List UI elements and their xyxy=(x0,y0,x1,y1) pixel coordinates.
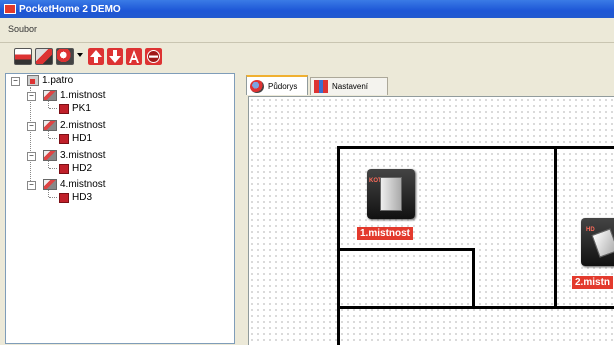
tree-item-label: HD3 xyxy=(72,192,93,203)
collapse-toggle[interactable]: − xyxy=(11,77,20,86)
tree-item-label: 3.mistnost xyxy=(60,150,106,161)
collapse-toggle[interactable]: − xyxy=(27,181,36,190)
collapse-toggle[interactable]: − xyxy=(27,152,36,161)
device-icon xyxy=(59,133,69,144)
object-tree: − 1.patro − 1.mistnost PK1 − 2.mistnost … xyxy=(5,73,235,344)
tree-item-room[interactable]: 2.mistnost xyxy=(43,120,106,131)
tree-item-device[interactable]: PK1 xyxy=(59,103,91,114)
device-badge: HD xyxy=(586,227,595,233)
room-icon xyxy=(43,150,57,161)
settings-icon xyxy=(314,80,328,93)
tree-item-label: 1.patro xyxy=(42,75,74,86)
dropdown-arrow-icon[interactable] xyxy=(77,53,83,57)
room-icon xyxy=(43,179,57,190)
toolbar xyxy=(0,43,614,71)
window-title: PocketHome 2 DEMO xyxy=(19,3,121,15)
app-icon xyxy=(4,4,16,14)
network-icon[interactable] xyxy=(56,48,74,65)
tab-label: Nastavení xyxy=(332,82,369,91)
tree-item-room[interactable]: 1.mistnost xyxy=(43,90,106,101)
tree-item-room[interactable]: 3.mistnost xyxy=(43,150,106,161)
arrow-down-icon[interactable] xyxy=(107,48,123,65)
tree-line xyxy=(49,108,57,109)
boiler-door-icon xyxy=(380,177,402,211)
room-icon xyxy=(43,120,57,131)
font-icon[interactable] xyxy=(126,48,142,65)
tree-item-label: 2.mistnost xyxy=(60,120,106,131)
tree-item-label: HD1 xyxy=(72,133,93,144)
tree-item-label: 1.mistnost xyxy=(60,90,106,101)
wall xyxy=(472,248,475,309)
wall xyxy=(337,248,474,251)
tree-item-root[interactable]: 1.patro xyxy=(27,75,73,86)
device-icon xyxy=(59,163,69,174)
tree-line xyxy=(30,87,31,185)
tree-line xyxy=(49,138,57,139)
tree-item-label: HD2 xyxy=(72,163,93,174)
menu-bar: Soubor xyxy=(0,18,614,43)
hd-unit-icon xyxy=(591,228,614,258)
tree-item-label: 4.mistnost xyxy=(60,179,106,190)
floorplan-canvas[interactable]: KOTEL 1.mistnost HD 2.mistn xyxy=(248,96,614,345)
menu-soubor[interactable]: Soubor xyxy=(8,24,37,34)
tree-item-device[interactable]: HD1 xyxy=(59,133,92,144)
collapse-toggle[interactable]: − xyxy=(27,122,36,131)
tab-label: Půdorys xyxy=(268,81,298,91)
floorplan-icon xyxy=(250,79,264,93)
hd-device-icon[interactable]: HD xyxy=(581,218,614,266)
tree-item-room[interactable]: 4.mistnost xyxy=(43,179,106,190)
tree-line xyxy=(49,197,57,198)
room-label[interactable]: 2.mistn xyxy=(572,276,614,289)
boiler-device-icon[interactable]: KOTEL xyxy=(367,169,415,219)
collapse-toggle[interactable]: − xyxy=(27,92,36,101)
open-file-icon[interactable] xyxy=(14,48,32,65)
tree-item-device[interactable]: HD2 xyxy=(59,163,92,174)
save-file-icon[interactable] xyxy=(35,48,53,65)
floor-icon xyxy=(27,75,39,86)
tree-line xyxy=(49,168,57,169)
wall xyxy=(337,306,614,309)
tab-pudorys[interactable]: Půdorys xyxy=(246,75,308,95)
room-icon xyxy=(43,90,57,101)
tree-item-label: PK1 xyxy=(72,103,91,114)
stop-icon[interactable] xyxy=(145,48,162,65)
title-bar: PocketHome 2 DEMO xyxy=(0,0,614,18)
device-icon xyxy=(59,192,69,203)
wall xyxy=(554,146,557,309)
room-label[interactable]: 1.mistnost xyxy=(357,227,414,240)
tree-item-device[interactable]: HD3 xyxy=(59,192,92,203)
wall xyxy=(337,146,340,345)
device-icon xyxy=(59,103,69,114)
tab-nastaveni[interactable]: Nastavení xyxy=(310,77,388,95)
wall xyxy=(337,146,614,149)
arrow-up-icon[interactable] xyxy=(88,48,104,65)
